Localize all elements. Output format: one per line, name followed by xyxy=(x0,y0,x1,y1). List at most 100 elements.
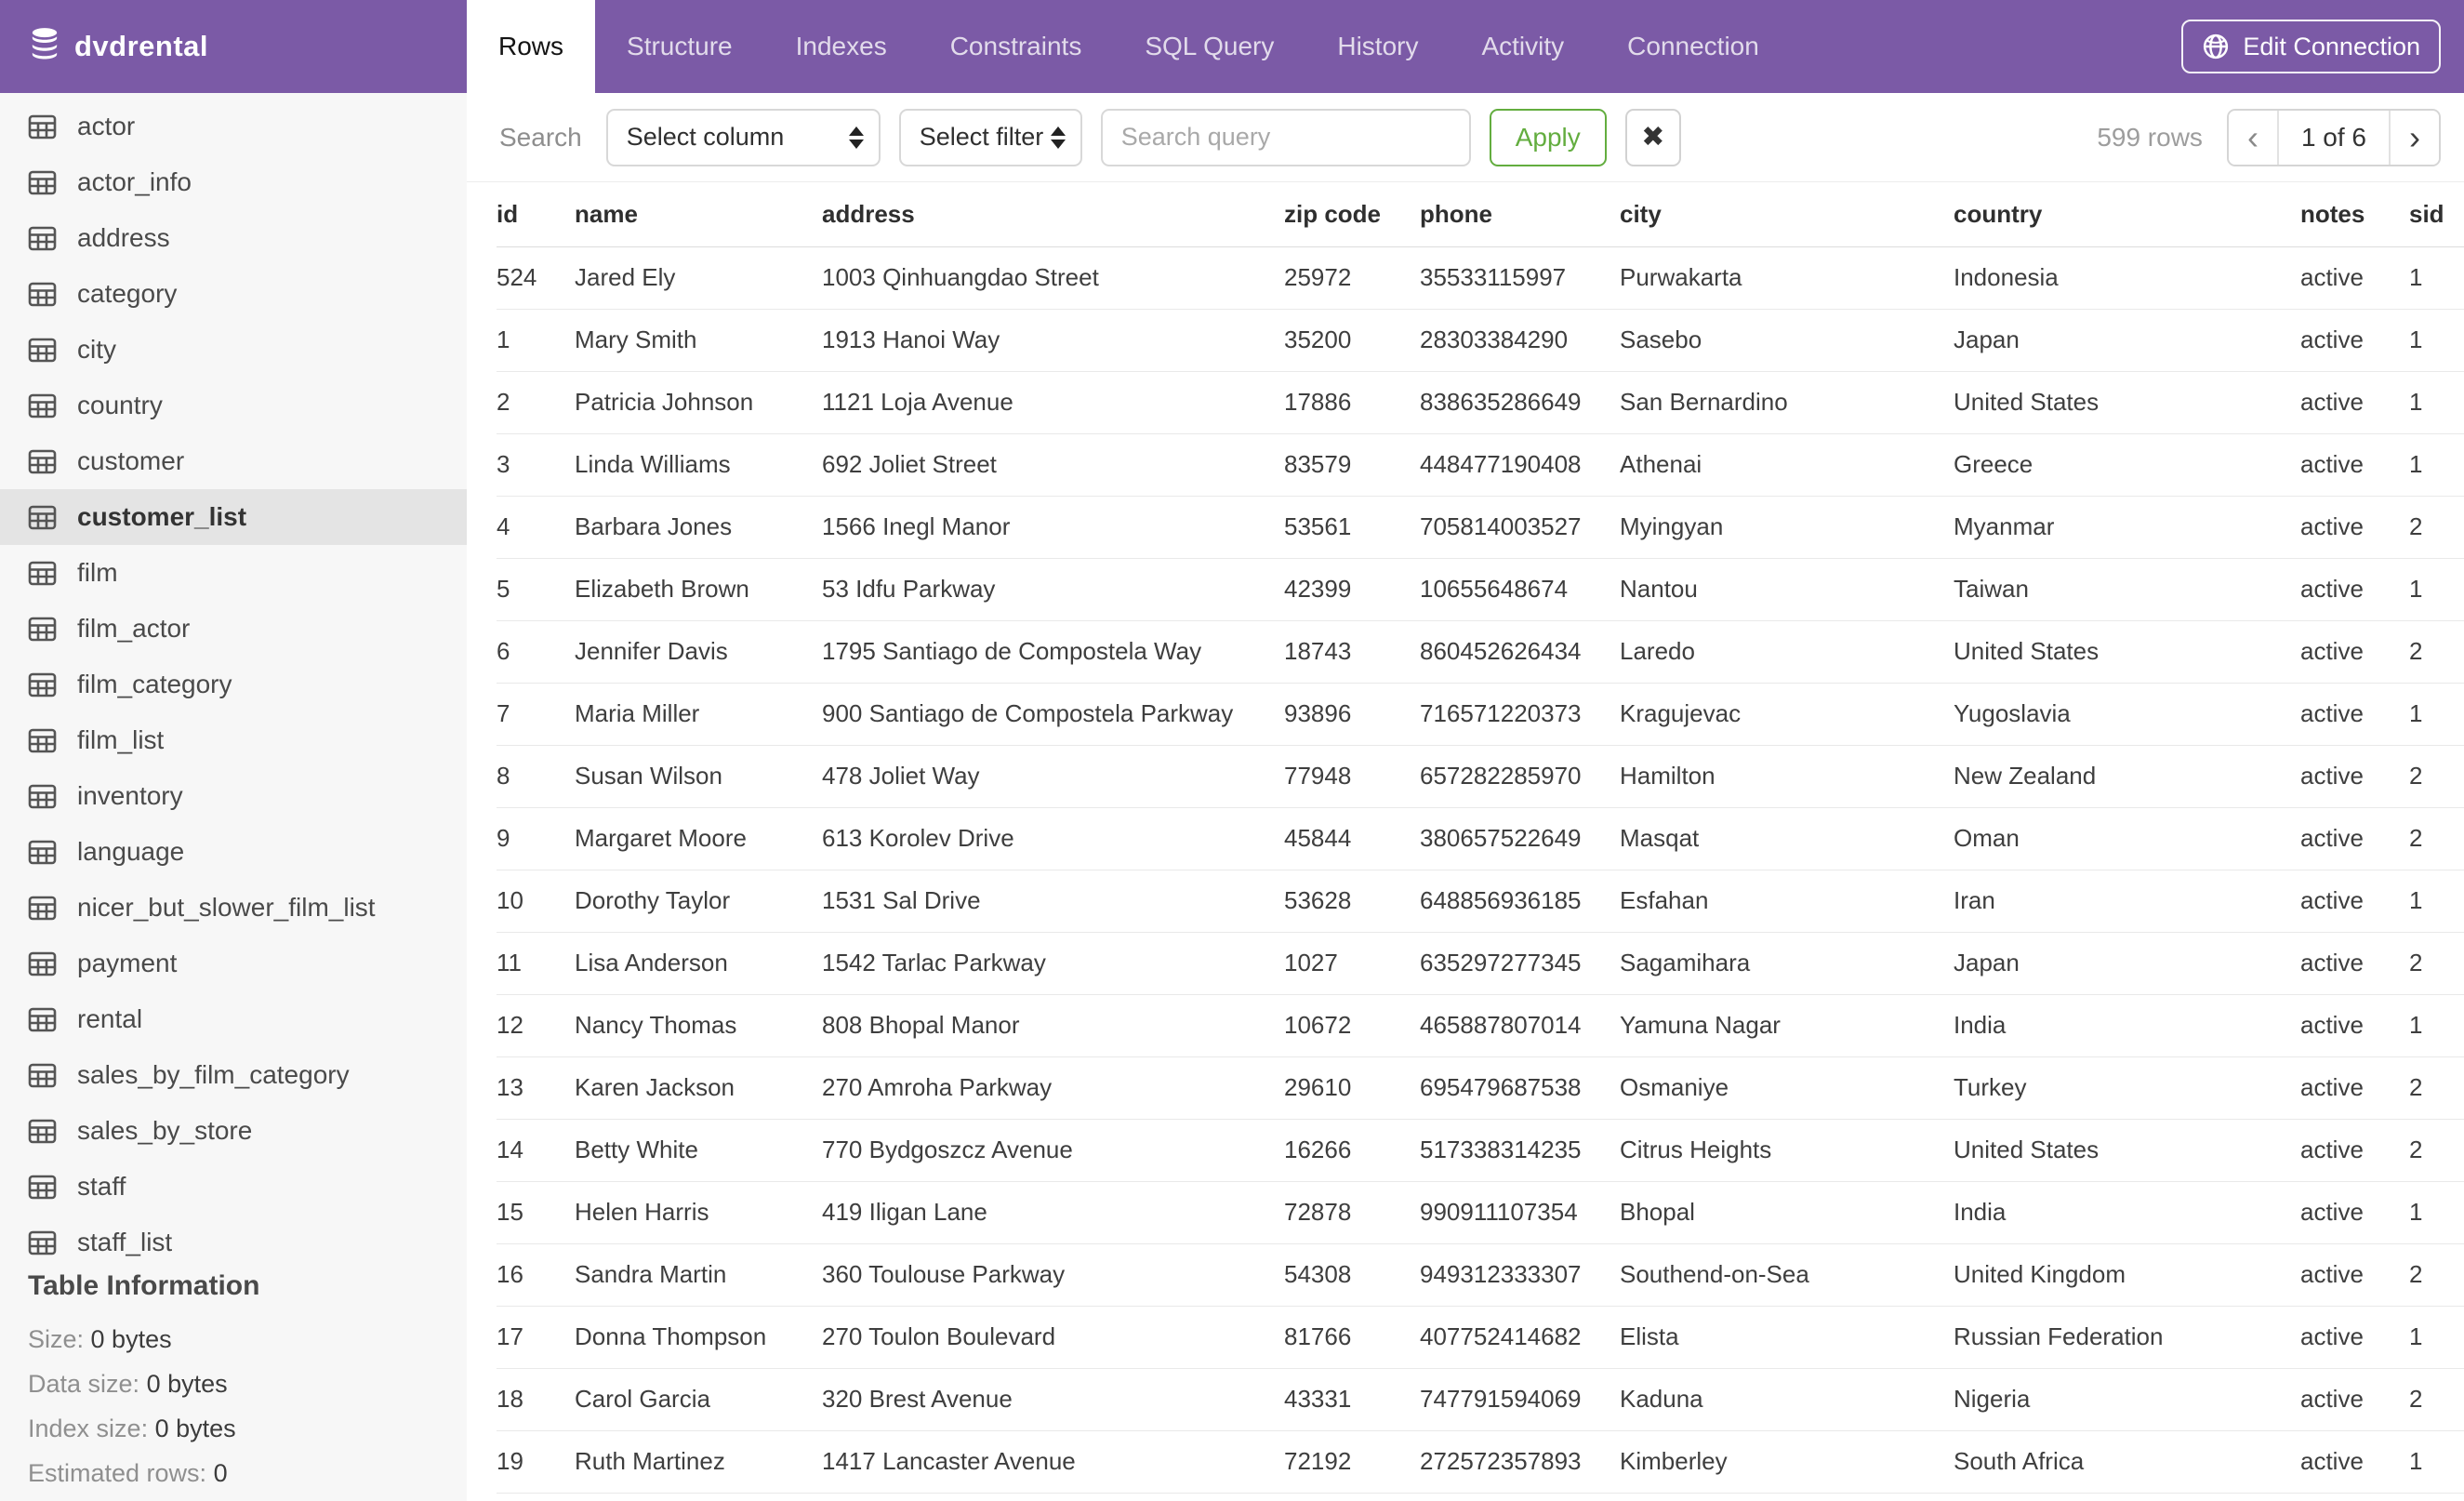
sidebar-item-country[interactable]: country xyxy=(0,378,467,433)
sidebar-item-category[interactable]: category xyxy=(0,266,467,322)
table-row[interactable]: 12 Nancy Thomas 808 Bhopal Manor 10672 46588… xyxy=(497,994,2464,1057)
filter-select[interactable]: Select filter xyxy=(898,108,1082,166)
sidebar-item-label: inventory xyxy=(77,781,183,810)
sidebar-item-label: category xyxy=(77,279,178,308)
sidebar-item-actor-info[interactable]: actor_info xyxy=(0,154,467,210)
sidebar-item-city[interactable]: city xyxy=(0,322,467,378)
table-row[interactable]: 4 Barbara Jones 1566 Inegl Manor 53561 70581… xyxy=(497,496,2464,559)
cell: 524 xyxy=(497,246,575,310)
cell: Greece xyxy=(1954,433,2300,497)
tab-connection[interactable]: Connection xyxy=(1596,0,1791,93)
tab-history[interactable]: History xyxy=(1305,0,1450,93)
table-row[interactable]: 9 Margaret Moore 613 Korolev Drive 45844 380… xyxy=(497,807,2464,870)
table-row[interactable]: 5 Elizabeth Brown 53 Idfu Parkway 42399 1065… xyxy=(497,558,2464,621)
table-icon xyxy=(28,449,57,474)
table-row[interactable]: 10 Dorothy Taylor 1531 Sal Drive 53628 64885… xyxy=(497,870,2464,933)
info-row: Estimated rows: 0 xyxy=(28,1459,228,1487)
table-row[interactable]: 19 Ruth Martinez 1417 Lancaster Avenue 7219… xyxy=(497,1430,2464,1494)
page-indicator: 1 of 6 xyxy=(2300,122,2366,152)
sidebar-item-film[interactable]: film xyxy=(0,545,467,601)
next-page-button[interactable]: › xyxy=(2389,110,2439,165)
column-header-id[interactable]: id xyxy=(497,182,575,247)
cell: Elista xyxy=(1620,1306,1954,1369)
cell: Sasebo xyxy=(1620,309,1954,372)
column-header-zip-code[interactable]: zip code xyxy=(1284,182,1420,247)
search-query-input[interactable] xyxy=(1100,108,1471,166)
table-row[interactable]: 18 Carol Garcia 320 Brest Avenue 43331 74779… xyxy=(497,1368,2464,1431)
cell: 45844 xyxy=(1284,807,1420,870)
sidebar-item-film-category[interactable]: film_category xyxy=(0,657,467,712)
sidebar-item-address[interactable]: address xyxy=(0,210,467,266)
tab-sql-query[interactable]: SQL Query xyxy=(1113,0,1305,93)
cell: 4 xyxy=(497,496,575,559)
sidebar-item-customer-list[interactable]: customer_list xyxy=(0,489,467,545)
column-header-phone[interactable]: phone xyxy=(1420,182,1620,247)
table-row[interactable]: 14 Betty White 770 Bydgoszcz Avenue 16266 51… xyxy=(497,1119,2464,1182)
tab-constraints[interactable]: Constraints xyxy=(919,0,1114,93)
table-row[interactable]: 3 Linda Williams 692 Joliet Street 83579 448… xyxy=(497,433,2464,497)
table-row[interactable]: 11 Lisa Anderson 1542 Tarlac Parkway 1027 63… xyxy=(497,932,2464,995)
apply-button[interactable]: Apply xyxy=(1489,108,1607,166)
table-row[interactable]: 6 Jennifer Davis 1795 Santiago de Composte… xyxy=(497,620,2464,684)
column-header-address[interactable]: address xyxy=(822,182,1284,247)
cell: active xyxy=(2300,433,2409,497)
sidebar-item-payment[interactable]: payment xyxy=(0,936,467,991)
sidebar-item-customer[interactable]: customer xyxy=(0,433,467,489)
cell: 28303384290 xyxy=(1420,309,1620,372)
sidebar-item-film-list[interactable]: film_list xyxy=(0,712,467,768)
sidebar-item-film-actor[interactable]: film_actor xyxy=(0,601,467,657)
cell: Masqat xyxy=(1620,807,1954,870)
column-header-name[interactable]: name xyxy=(575,182,822,247)
sidebar-item-sales-by-film-category[interactable]: sales_by_film_category xyxy=(0,1047,467,1103)
rows-body: 524 Jared Ely 1003 Qinhuangdao Street 25972… xyxy=(497,246,2464,1494)
tab-rows[interactable]: Rows xyxy=(467,0,596,93)
clear-search-button[interactable]: ✖ xyxy=(1624,108,1681,166)
cell: 35533115997 xyxy=(1420,246,1620,310)
column-header-sid[interactable]: sid xyxy=(2409,182,2464,247)
table-icon xyxy=(28,1230,57,1255)
table-row[interactable]: 2 Patricia Johnson 1121 Loja Avenue 17886 83… xyxy=(497,371,2464,434)
tab-indexes[interactable]: Indexes xyxy=(764,0,919,93)
tab-structure[interactable]: Structure xyxy=(595,0,764,93)
tab-activity[interactable]: Activity xyxy=(1450,0,1596,93)
sidebar-item-language[interactable]: language xyxy=(0,824,467,880)
cell: 9 xyxy=(497,807,575,870)
column-header-city[interactable]: city xyxy=(1620,182,1954,247)
sidebar-item-actor[interactable]: actor xyxy=(0,99,467,154)
cell: 990911107354 xyxy=(1420,1181,1620,1244)
column-header-country[interactable]: country xyxy=(1954,182,2300,247)
close-icon: ✖ xyxy=(1641,122,1665,153)
cell: Purwakarta xyxy=(1620,246,1954,310)
table-header-row: id name address zip code phone city country not… xyxy=(497,182,2464,247)
column-select[interactable]: Select column xyxy=(605,108,881,166)
sidebar-item-inventory[interactable]: inventory xyxy=(0,768,467,824)
sidebar-item-sales-by-store[interactable]: sales_by_store xyxy=(0,1103,467,1159)
cell: 2 xyxy=(2409,1119,2464,1182)
previous-page-button[interactable]: ‹ xyxy=(2228,110,2279,165)
cell: 93896 xyxy=(1284,683,1420,746)
brand: dvdrental xyxy=(0,0,467,93)
cell: 1 xyxy=(2409,558,2464,621)
table-row[interactable]: 13 Karen Jackson 270 Amroha Parkway 29610 69… xyxy=(497,1056,2464,1120)
cell: Ruth Martinez xyxy=(575,1430,822,1494)
cell: 465887807014 xyxy=(1420,994,1620,1057)
table-row[interactable]: 16 Sandra Martin 360 Toulouse Parkway 54308… xyxy=(497,1243,2464,1307)
sidebar-item-rental[interactable]: rental xyxy=(0,991,467,1047)
cell: Myingyan xyxy=(1620,496,1954,559)
cell: 635297277345 xyxy=(1420,932,1620,995)
sidebar-item-nicer-but-slower-film-list[interactable]: nicer_but_slower_film_list xyxy=(0,880,467,936)
edit-connection-button[interactable]: Edit Connection xyxy=(2181,20,2441,73)
cell: 83579 xyxy=(1284,433,1420,497)
sidebar-item-staff[interactable]: staff xyxy=(0,1159,467,1215)
column-header-notes[interactable]: notes xyxy=(2300,182,2409,247)
table-row[interactable]: 15 Helen Harris 419 Iligan Lane 72878 990911… xyxy=(497,1181,2464,1244)
table-row[interactable]: 524 Jared Ely 1003 Qinhuangdao Street 25972… xyxy=(497,246,2464,310)
table-row[interactable]: 17 Donna Thompson 270 Toulon Boulevard 8176… xyxy=(497,1306,2464,1369)
chevron-left-icon: ‹ xyxy=(2246,117,2259,156)
cell: Donna Thompson xyxy=(575,1306,822,1369)
table-row[interactable]: 7 Maria Miller 900 Santiago de Compostela … xyxy=(497,683,2464,746)
cell: 2 xyxy=(2409,496,2464,559)
sidebar-item-staff-list[interactable]: staff_list xyxy=(0,1215,467,1270)
table-row[interactable]: 1 Mary Smith 1913 Hanoi Way 35200 2830338429… xyxy=(497,309,2464,372)
table-row[interactable]: 8 Susan Wilson 478 Joliet Way 77948 65728228… xyxy=(497,745,2464,808)
